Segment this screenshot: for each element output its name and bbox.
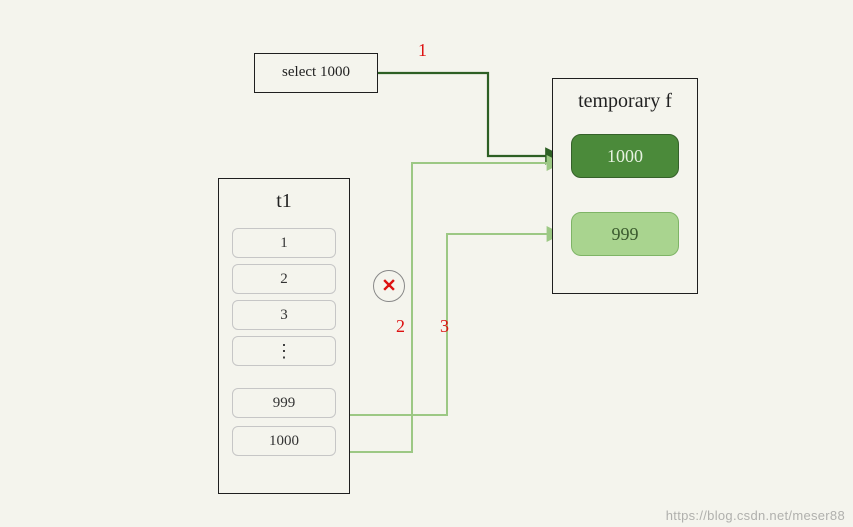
arrow-step-3: [348, 234, 561, 415]
t1-row: 999: [232, 388, 336, 418]
t1-row: 1: [232, 228, 336, 258]
select-box-label: select 1000: [255, 64, 377, 81]
temp-item-999: 999: [571, 212, 679, 256]
t1-row: 3: [232, 300, 336, 330]
t1-row: 2: [232, 264, 336, 294]
step-label-1: 1: [418, 40, 427, 61]
temp-item-1000: 1000: [571, 134, 679, 178]
step-label-2: 2: [396, 316, 405, 337]
t1-row: 1000: [232, 426, 336, 456]
connectors: [0, 0, 853, 527]
arrow-step-2: [348, 163, 561, 452]
arrow-step-1: [378, 73, 561, 156]
watermark: https://blog.csdn.net/meser88: [666, 508, 845, 523]
select-box: select 1000: [254, 53, 378, 93]
step-label-3: 3: [440, 316, 449, 337]
close-icon: ✕: [381, 276, 396, 297]
t1-rows: 1 2 3 ⋮ 999 1000: [232, 228, 336, 456]
reject-circle: ✕: [373, 270, 405, 302]
temp-title: temporary f: [552, 90, 698, 113]
t1-title: t1: [218, 190, 350, 213]
t1-row: ⋮: [232, 336, 336, 366]
